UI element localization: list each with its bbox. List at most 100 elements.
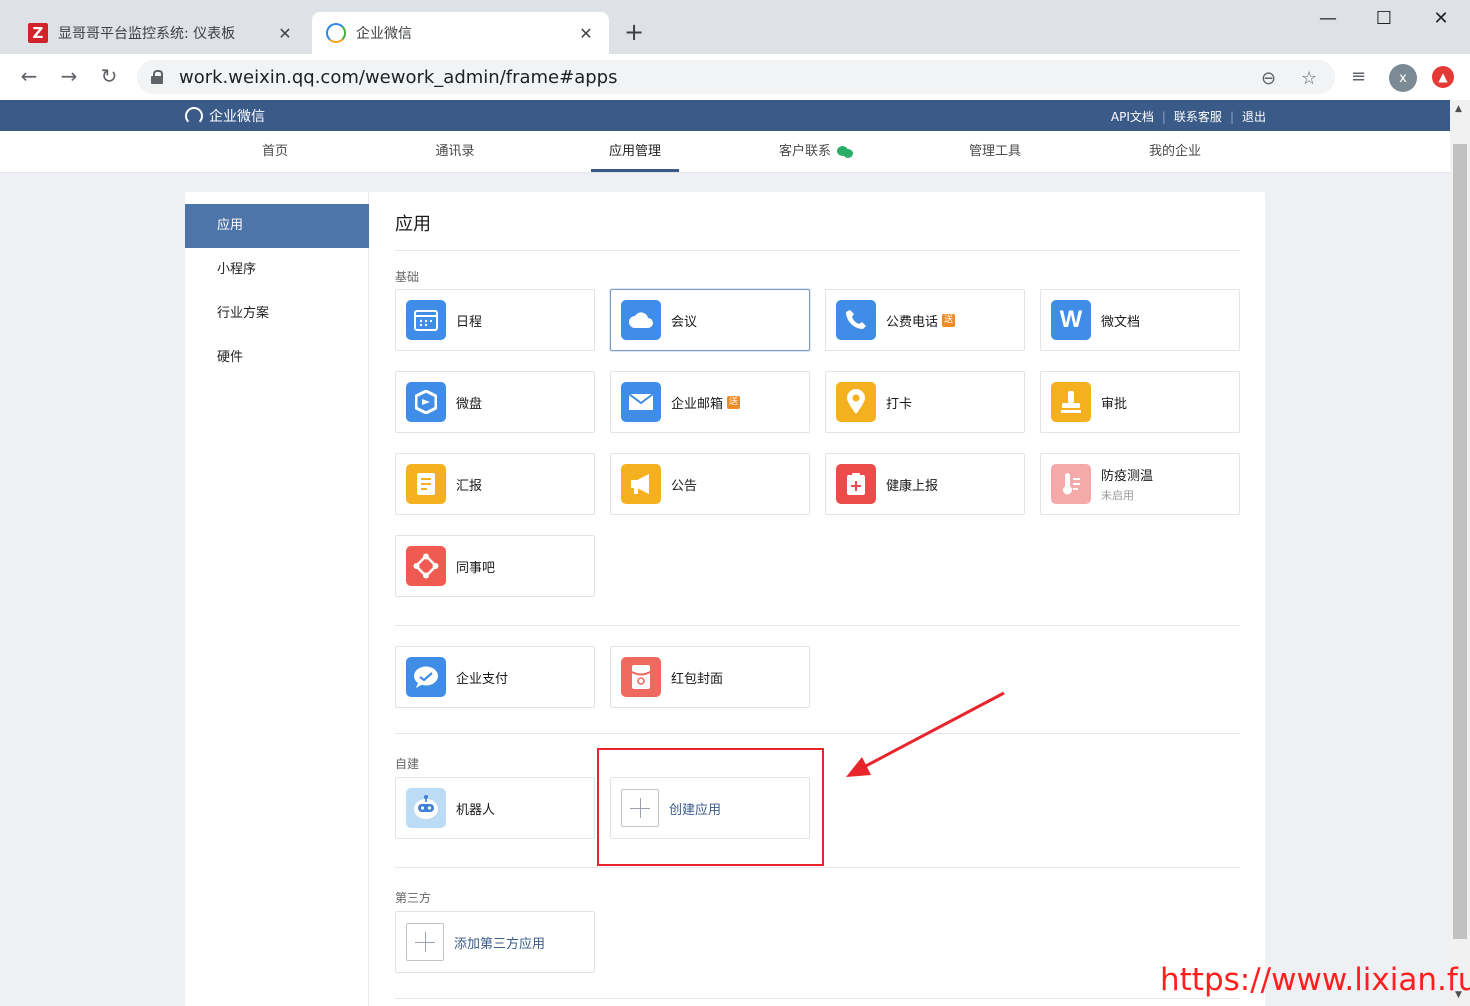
divider [395,250,1240,251]
bookmark-star-icon[interactable]: ☆ [1301,68,1317,89]
scroll-up-icon[interactable]: ▲ [1455,104,1462,114]
logout-link[interactable]: 退出 [1242,108,1266,125]
browser-tab-monitor[interactable]: Z 显哥哥平台监控系统: 仪表板 ✕ [14,12,308,54]
contact-support-link[interactable]: 联系客服 [1174,108,1222,125]
plus-icon [621,789,659,827]
app-enterprise-mail[interactable]: 企业邮箱送 [610,371,810,433]
location-pin-icon [836,382,876,422]
browser-tab-wecom[interactable]: 企业微信 ✕ [312,12,609,54]
zoom-icon[interactable]: ⊖ [1261,68,1276,89]
page-viewport: 企业微信 API文档 | 联系客服 | 退出 首页 通讯录 应用管理 客户联系 … [0,100,1450,1006]
medical-clipboard-icon [836,464,876,504]
app-name: 创建应用 [669,802,722,818]
divider [395,733,1240,734]
app-public-phone[interactable]: 公费电话送 [825,289,1025,351]
app-report[interactable]: 汇报 [395,453,595,515]
app-name: 会议 [671,314,698,330]
sidebar-item-hardware[interactable]: 硬件 [185,336,369,380]
update-alert-icon[interactable]: ▲ [1432,66,1454,88]
nav-customer-contact-label: 客户联系 [778,144,831,159]
megaphone-icon [621,464,661,504]
app-name: 企业支付 [456,671,509,687]
nav-management-tools[interactable]: 管理工具 [950,131,1040,172]
app-wedoc[interactable]: W 微文档 [1040,289,1240,351]
mail-icon [621,382,661,422]
app-temperature[interactable]: 防疫测温 未启用 [1040,453,1240,515]
app-name: 审批 [1101,396,1128,412]
api-docs-link[interactable]: API文档 [1111,108,1154,125]
thermometer-icon [1051,464,1091,504]
app-name: 红包封面 [671,671,724,687]
app-red-packet-cover[interactable]: 红包封面 [610,646,810,708]
app-name: 企业邮箱送 [671,393,741,412]
w-document-icon: W [1051,300,1091,340]
app-health-report[interactable]: 健康上报 [825,453,1025,515]
maximize-window-icon[interactable]: ☐ [1369,8,1399,29]
sidebar-item-apps[interactable]: 应用 [185,204,369,248]
wecom-favicon-icon [326,23,346,43]
close-window-icon[interactable]: ✕ [1426,8,1456,29]
sidebar-item-mini-programs[interactable]: 小程序 [185,248,369,292]
app-approval[interactable]: 审批 [1040,371,1240,433]
nav-my-company[interactable]: 我的企业 [1130,131,1220,172]
top-links: API文档 | 联系客服 | 退出 [1111,108,1266,125]
stamp-icon [1051,382,1091,422]
app-checkin[interactable]: 打卡 [825,371,1025,433]
main-navigation: 首页 通讯录 应用管理 客户联系 管理工具 我的企业 [0,131,1450,173]
app-robot[interactable]: 机器人 [395,777,595,839]
vertical-scrollbar[interactable]: ▲ ▼ [1450,100,1470,1006]
tab-title: 显哥哥平台监控系统: 仪表板 [58,26,236,42]
app-name: 健康上报 [886,478,939,494]
reload-icon[interactable]: ↻ [96,64,122,88]
create-app-button[interactable]: 创建应用 [610,777,810,839]
wecom-brand[interactable]: 企业微信 [185,106,265,126]
back-arrow-icon[interactable]: ← [16,64,42,88]
tab-title: 企业微信 [356,26,412,42]
app-announcement[interactable]: 公告 [610,453,810,515]
app-name: 机器人 [456,802,496,818]
divider [395,998,1240,999]
app-colleague-forum[interactable]: 同事吧 [395,535,595,597]
drive-cube-icon [406,382,446,422]
scrollbar-thumb[interactable] [1453,144,1467,939]
sidebar-item-industry-solutions[interactable]: 行业方案 [185,292,369,336]
payment-bubble-icon [406,657,446,697]
close-tab-icon[interactable]: ✕ [577,24,595,43]
app-meeting[interactable]: 会议 [610,289,810,351]
add-third-party-app-button[interactable]: 添加第三方应用 [395,911,595,973]
section-custom-label: 自建 [395,757,420,771]
robot-icon [406,788,446,828]
browser-toolbar: ← → ↻ work.weixin.qq.com/wework_admin/fr… [0,54,1470,100]
app-name: 微盘 [456,396,483,412]
new-tab-button[interactable]: + [624,18,644,46]
browser-tab-strip: Z 显哥哥平台监控系统: 仪表板 ✕ 企业微信 ✕ + — ☐ ✕ [0,0,1470,54]
app-schedule[interactable]: 日程 [395,289,595,351]
lock-icon[interactable] [151,70,163,84]
minimize-window-icon[interactable]: — [1313,8,1343,29]
section-third-party-label: 第三方 [395,891,432,905]
divider [395,867,1240,868]
address-bar[interactable]: work.weixin.qq.com/wework_admin/frame#ap… [137,60,1335,94]
url-text: work.weixin.qq.com/wework_admin/frame#ap… [179,66,618,88]
wecom-logo-icon [185,107,203,125]
forward-arrow-icon[interactable]: → [56,64,82,88]
separator: | [1161,109,1166,124]
gift-badge: 送 [727,395,741,409]
nav-app-management[interactable]: 应用管理 [591,131,679,172]
app-wedrive[interactable]: 微盘 [395,371,595,433]
app-name-text: 企业邮箱 [671,396,724,412]
close-tab-icon[interactable]: ✕ [276,24,294,43]
app-name: 微文档 [1101,314,1141,330]
app-name: 公告 [671,478,698,494]
app-name: 同事吧 [456,560,496,576]
app-name: 日程 [456,314,483,330]
page-title: 应用 [395,214,431,235]
app-name: 防疫测温 [1101,469,1154,484]
profile-avatar[interactable]: x [1389,64,1417,92]
app-enterprise-pay[interactable]: 企业支付 [395,646,595,708]
nav-home[interactable]: 首页 [230,131,320,172]
nav-customer-contact[interactable]: 客户联系 [766,131,866,172]
media-control-icon[interactable]: ≡ [1351,66,1366,87]
calendar-icon [406,300,446,340]
nav-contacts[interactable]: 通讯录 [410,131,500,172]
